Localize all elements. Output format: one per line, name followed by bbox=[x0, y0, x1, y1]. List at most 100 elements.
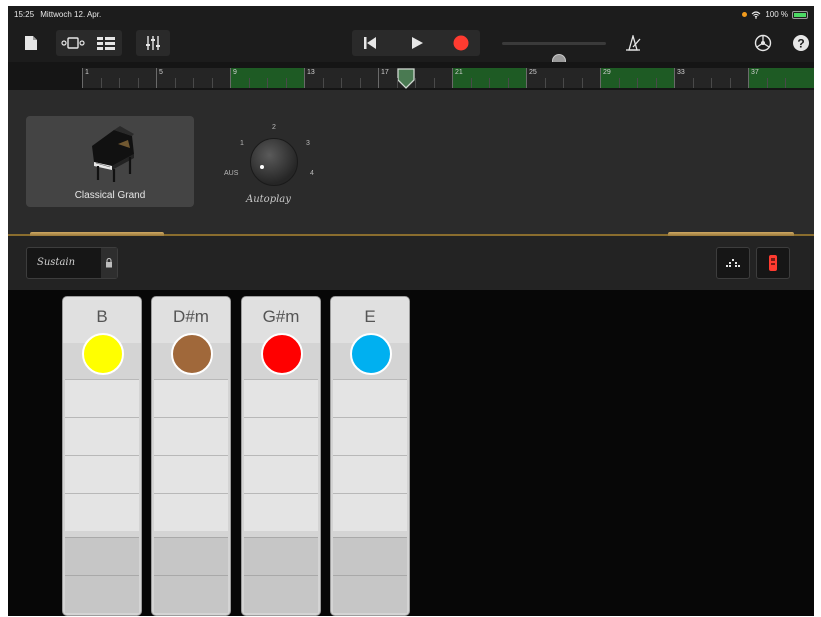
autoplay-position-4: 4 bbox=[310, 170, 314, 177]
chord-strip[interactable]: B bbox=[62, 296, 142, 616]
bass-note-cell[interactable] bbox=[333, 575, 407, 613]
tracks-icon[interactable] bbox=[92, 30, 120, 56]
chord-note-cell[interactable] bbox=[154, 379, 228, 417]
ruler-beat-tick bbox=[211, 78, 213, 88]
ruler-bar-label: 21 bbox=[455, 69, 463, 76]
chord-note-cell[interactable] bbox=[154, 417, 228, 455]
chord-color-marker bbox=[82, 333, 124, 375]
ruler-bar-line bbox=[82, 68, 83, 88]
ruler-beat-tick bbox=[267, 78, 268, 88]
metronome-icon[interactable] bbox=[620, 30, 646, 56]
chord-note-cell[interactable] bbox=[65, 493, 139, 531]
bass-note-cell[interactable] bbox=[154, 537, 228, 575]
ruler-beat-tick bbox=[119, 78, 120, 88]
ruler-beat-tick bbox=[470, 78, 472, 88]
chord-name: G#m bbox=[262, 307, 300, 326]
battery-percentage: 100 % bbox=[765, 10, 788, 19]
bass-note-cell[interactable] bbox=[333, 537, 407, 575]
instrument-selector[interactable]: Classical Grand bbox=[26, 116, 194, 207]
ruler-bar-label: 5 bbox=[159, 69, 163, 76]
ruler-beat-tick bbox=[489, 78, 490, 88]
ruler-beat-tick bbox=[507, 78, 509, 88]
document-icon[interactable] bbox=[18, 30, 44, 56]
arpeggiator-button[interactable] bbox=[716, 247, 750, 279]
ruler-beat-tick bbox=[100, 78, 102, 88]
chord-name: D#m bbox=[173, 307, 209, 326]
autoplay-knob[interactable] bbox=[250, 138, 298, 186]
ruler-bar-label: 9 bbox=[233, 69, 237, 76]
ruler-beat-tick bbox=[359, 78, 361, 88]
bass-note-cell[interactable] bbox=[244, 537, 318, 575]
bass-note-cell[interactable] bbox=[154, 575, 228, 613]
playhead-icon[interactable] bbox=[396, 68, 416, 90]
autoplay-control: AUS 1 2 3 4 Autoplay bbox=[224, 118, 314, 218]
ruler-beat-tick bbox=[711, 78, 712, 88]
chord-note-cell[interactable] bbox=[65, 379, 139, 417]
chord-note-cell[interactable] bbox=[244, 417, 318, 455]
autoplay-position-3: 3 bbox=[306, 140, 310, 147]
instrument-name: Classical Grand bbox=[74, 190, 146, 201]
chord-note-cell[interactable] bbox=[154, 493, 228, 531]
ruler-bar-label: 1 bbox=[85, 69, 89, 76]
ruler-bar-label: 13 bbox=[307, 69, 315, 76]
status-bar: 15:25 Mittwoch 12. Apr. 100 % bbox=[8, 6, 814, 24]
ruler-bar-line bbox=[452, 68, 453, 88]
master-volume-slider[interactable] bbox=[502, 42, 606, 45]
settings-icon[interactable] bbox=[750, 30, 776, 56]
chord-color-marker bbox=[171, 333, 213, 375]
chord-note-cell[interactable] bbox=[333, 417, 407, 455]
play-icon[interactable] bbox=[404, 30, 430, 56]
ruler-beat-tick bbox=[433, 78, 435, 88]
lock-icon[interactable] bbox=[101, 248, 117, 278]
chord-name: E bbox=[364, 307, 376, 326]
status-date: Mittwoch 12. Apr. bbox=[40, 10, 102, 19]
instrument-panel: Classical Grand AUS 1 2 3 4 Autoplay bbox=[8, 90, 814, 234]
ruler-beat-tick bbox=[285, 78, 287, 88]
ruler-beat-tick bbox=[174, 78, 176, 88]
view-toggle-icon[interactable] bbox=[58, 30, 88, 56]
chord-note-cell[interactable] bbox=[333, 493, 407, 531]
autoplay-position-1: 1 bbox=[240, 140, 244, 147]
chord-name: B bbox=[96, 307, 108, 326]
chord-note-cell[interactable] bbox=[244, 379, 318, 417]
ruler-bar-line bbox=[304, 68, 305, 88]
arpeggiator-icon bbox=[726, 259, 740, 267]
garageband-screen: 15:25 Mittwoch 12. Apr. 100 % ? Classica… bbox=[8, 6, 814, 616]
chord-note-cell[interactable] bbox=[65, 417, 139, 455]
chord-note-cell[interactable] bbox=[154, 455, 228, 493]
chord-note-cell[interactable] bbox=[65, 455, 139, 493]
help-icon[interactable]: ? bbox=[788, 30, 814, 56]
status-time: 15:25 bbox=[14, 10, 35, 19]
ruler-bar-label: 17 bbox=[381, 69, 389, 76]
remote-icon bbox=[769, 255, 777, 271]
chord-note-cell[interactable] bbox=[333, 379, 407, 417]
ruler-beat-tick bbox=[248, 78, 250, 88]
ruler-bar-label: 37 bbox=[751, 69, 759, 76]
bass-note-cell[interactable] bbox=[244, 575, 318, 613]
svg-text:?: ? bbox=[797, 37, 804, 51]
ruler-beat-tick bbox=[729, 78, 731, 88]
mixer-icon[interactable] bbox=[136, 30, 170, 56]
rewind-icon[interactable] bbox=[356, 30, 384, 56]
ruler-beat-tick bbox=[193, 78, 194, 88]
sustain-button[interactable]: Sustain bbox=[26, 247, 118, 279]
remote-control-button[interactable] bbox=[756, 247, 790, 279]
chord-strip[interactable]: E bbox=[330, 296, 410, 616]
bass-note-cell[interactable] bbox=[65, 575, 139, 613]
chord-strip[interactable]: G#m bbox=[241, 296, 321, 616]
grand-piano-icon bbox=[92, 126, 134, 182]
chord-strips-area: B D#m G#m E bbox=[8, 290, 814, 616]
chord-note-cell[interactable] bbox=[333, 455, 407, 493]
ruler-beat-tick bbox=[655, 78, 657, 88]
ruler-bar-line bbox=[156, 68, 157, 88]
chord-note-cell[interactable] bbox=[244, 455, 318, 493]
chord-note-cell[interactable] bbox=[244, 493, 318, 531]
bass-note-cell[interactable] bbox=[65, 537, 139, 575]
ruler-bar-line bbox=[600, 68, 601, 88]
record-icon[interactable] bbox=[448, 30, 474, 56]
autoplay-position-2: 2 bbox=[272, 124, 276, 131]
wifi-icon bbox=[751, 10, 761, 19]
ruler-bar-line bbox=[748, 68, 749, 88]
battery-icon bbox=[792, 10, 808, 19]
chord-strip[interactable]: D#m bbox=[151, 296, 231, 616]
